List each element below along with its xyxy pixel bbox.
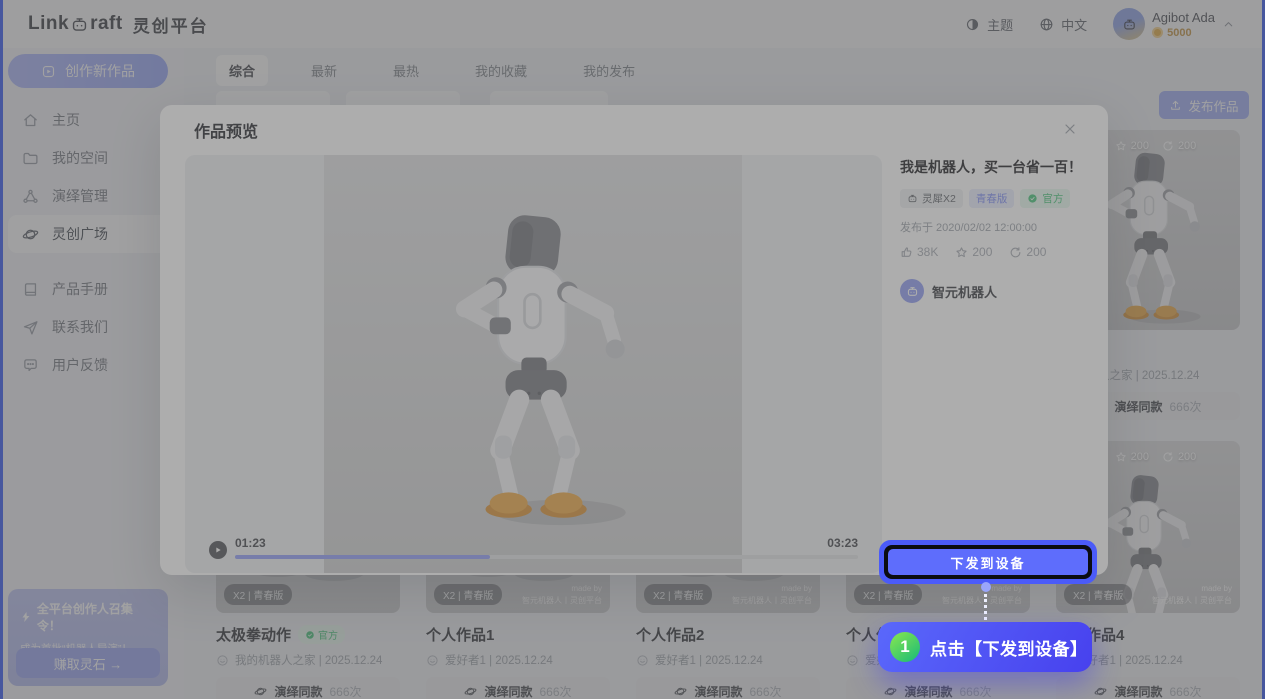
tutorial-step-text: 点击【下发到设备】 <box>930 635 1088 660</box>
deploy-button-highlight-border: 下发到设备 <box>884 545 1092 579</box>
deploy-to-device-button[interactable]: 下发到设备 <box>888 549 1088 575</box>
app-window: Link raft 灵创平台 主题 中文 Agibot Ada 5000 <box>0 0 1265 699</box>
deploy-button-highlight-ring: 下发到设备 <box>879 540 1097 584</box>
tutorial-step-number: 1 <box>890 632 920 662</box>
tutorial-tooltip: 1 点击【下发到设备】 <box>878 622 1092 672</box>
tutorial-connector-line <box>984 594 987 620</box>
tutorial-connector-dot <box>981 582 991 592</box>
tutorial-dim-overlay <box>0 0 1265 699</box>
